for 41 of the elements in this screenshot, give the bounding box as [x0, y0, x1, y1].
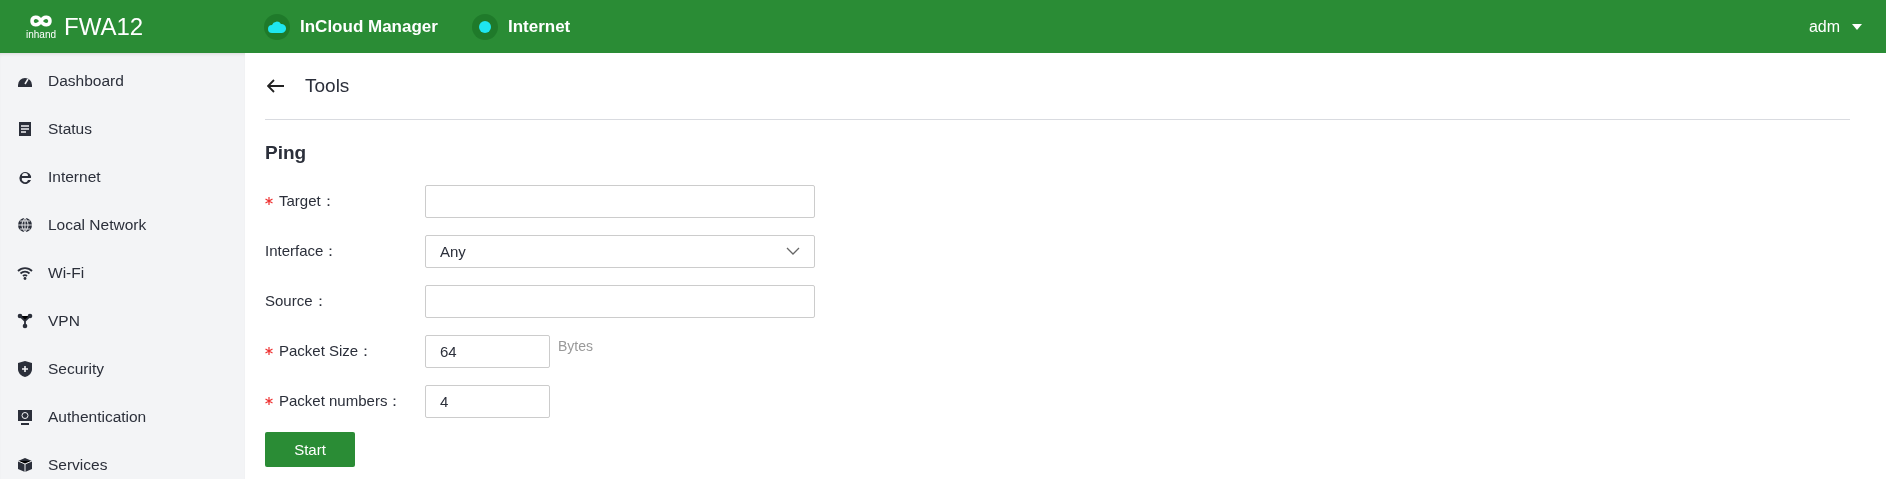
globe-e-icon [17, 169, 33, 185]
interface-dropdown[interactable]: Any [425, 234, 815, 268]
monitor-icon [17, 409, 33, 425]
globe-icon [17, 217, 33, 233]
sidebar-item[interactable]: Security [0, 345, 245, 393]
sidebar-item[interactable]: Authentication [0, 393, 245, 441]
page-title: Tools [305, 75, 350, 97]
sidebar-item[interactable]: Wi-Fi [0, 249, 245, 297]
sidebar-item[interactable]: Local Network [0, 201, 245, 249]
field-label: Target： [279, 191, 336, 211]
box-icon [17, 457, 33, 473]
sidebar-item[interactable]: Dashboard [0, 57, 245, 105]
sidebar-item[interactable]: VPN [0, 297, 245, 345]
section-title: Ping [265, 142, 308, 164]
field-label: Packet numbers： [279, 391, 403, 411]
cloud-icon [268, 20, 286, 33]
unit-label: Bytes [558, 338, 593, 354]
chevron-down-icon [786, 247, 800, 255]
field-label: Packet Size： [279, 341, 374, 361]
caret-icon [1852, 23, 1862, 30]
sidebar-item[interactable]: Services [0, 441, 245, 479]
input-field[interactable] [425, 284, 815, 318]
vpn-icon [17, 313, 33, 329]
status-dot-icon [478, 20, 491, 33]
back-arrow-icon[interactable] [267, 79, 285, 93]
header-link[interactable]: Internet [471, 13, 571, 40]
shield-icon [17, 361, 33, 377]
sidebar-item[interactable]: Internet [0, 153, 245, 201]
user-menu[interactable]: adm [1808, 17, 1862, 36]
input-field[interactable]: 4 [425, 384, 550, 418]
field-label: Source： [265, 291, 328, 311]
input-field[interactable]: 64 [425, 334, 550, 368]
wifi-icon [17, 265, 33, 281]
logo-text: inhand [26, 30, 56, 40]
start-button[interactable]: Start [265, 432, 355, 467]
field-label: Interface： [265, 241, 339, 261]
product-name: FWA12 [64, 12, 144, 41]
status-icon [17, 121, 33, 137]
input-field[interactable] [425, 184, 815, 218]
sidebar-item[interactable]: Status [0, 105, 245, 153]
header-link[interactable]: InCloud Manager [264, 13, 438, 40]
